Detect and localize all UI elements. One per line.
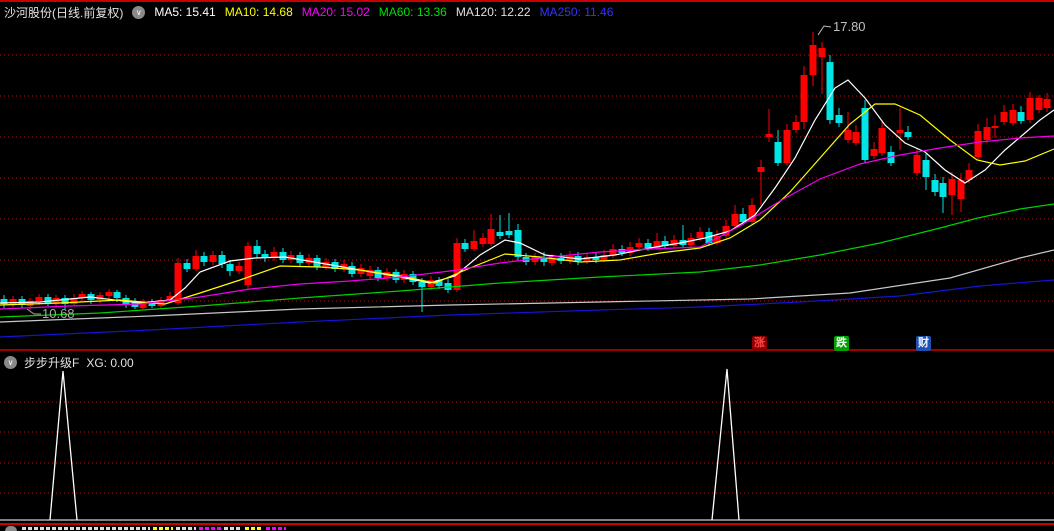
- fall-button[interactable]: 跌: [834, 336, 849, 351]
- high-price-label: 17.80: [833, 19, 866, 34]
- ma120-legend: MA120: 12.22: [455, 5, 531, 19]
- next-panel-clipped-header: [0, 526, 1054, 531]
- low-price-label: 10.68: [42, 306, 75, 321]
- clipped-text-segment: [245, 527, 263, 530]
- clipped-text-segment: [199, 527, 221, 530]
- stock-title: 沙河股份(日线.前复权): [4, 5, 124, 20]
- ma20-legend: MA20: 15.02: [301, 5, 370, 19]
- signal-panel-header: ∨ 步步升级F XG: 0.00: [4, 354, 134, 371]
- signal-collapse-chevron-icon[interactable]: ∨: [4, 356, 17, 369]
- ma60-legend: MA60: 13.36: [378, 5, 447, 19]
- rise-button[interactable]: 涨: [752, 336, 767, 351]
- clipped-text-segment: [176, 527, 196, 530]
- clipped-chevron-icon: [5, 526, 17, 531]
- app-window: 沙河股份(日线.前复权) ∨ MA5: 15.41 MA10: 14.68 MA…: [0, 0, 1054, 531]
- finance-button[interactable]: 财: [916, 336, 931, 351]
- signal-xg-value: XG: 0.00: [86, 355, 134, 370]
- clipped-text-segment: [224, 527, 242, 530]
- clipped-text-segment: [266, 527, 286, 530]
- ma250-legend: MA250: 11.46: [539, 5, 614, 19]
- signal-panel-title: 步步升级F: [24, 356, 80, 370]
- clipped-text-segment: [153, 527, 173, 530]
- collapse-chevron-icon[interactable]: ∨: [132, 5, 146, 19]
- main-chart-header: 沙河股份(日线.前复权) ∨ MA5: 15.41 MA10: 14.68 MA…: [4, 4, 613, 20]
- ma5-legend: MA5: 15.41: [154, 5, 216, 19]
- ma10-legend: MA10: 14.68: [224, 5, 293, 19]
- clipped-text-segment: [22, 527, 150, 530]
- candlestick-chart[interactable]: [0, 0, 1054, 531]
